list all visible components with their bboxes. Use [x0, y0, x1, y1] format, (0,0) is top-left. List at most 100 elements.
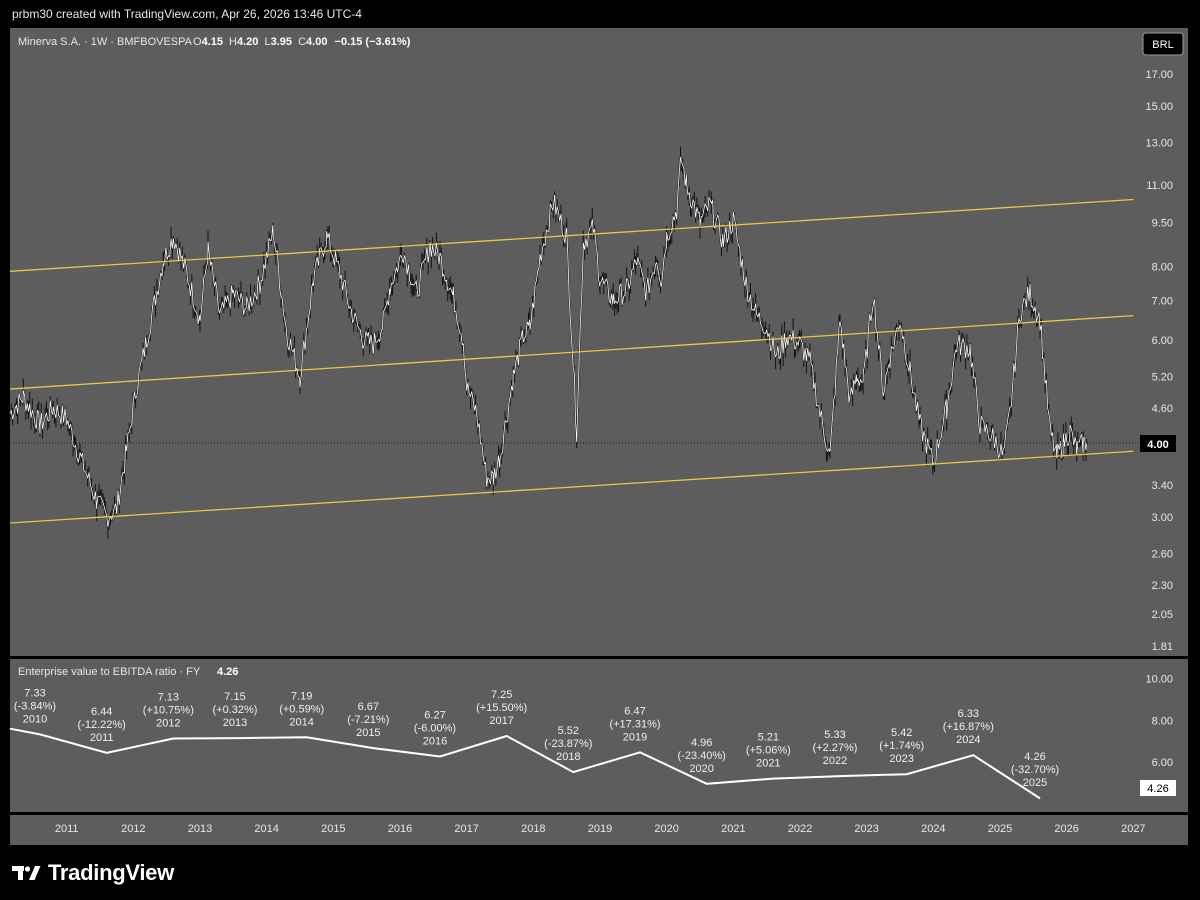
ratio-annotation: 6.44: [91, 706, 112, 718]
ratio-annotation: 2019: [623, 731, 647, 743]
ratio-annotation: (+0.59%): [279, 703, 324, 715]
ratio-annotation: 5.21: [758, 732, 779, 744]
ratio-annotation: (-7.21%): [347, 714, 389, 726]
price-pane[interactable]: [10, 28, 1140, 656]
ratio-annotation: 2025: [1023, 777, 1047, 789]
ratio-annotation: 2010: [23, 713, 47, 725]
ratio-annotation: 2022: [823, 755, 847, 767]
ratio-annotation: 2017: [489, 715, 513, 727]
ratio-annotation: (+1.74%): [879, 740, 924, 752]
indicator-legend-value: 4.26: [217, 666, 238, 678]
time-tick-label: 2015: [321, 823, 345, 835]
ratio-annotation: (+15.50%): [476, 702, 527, 714]
price-tick-label: 17.00: [1145, 69, 1173, 81]
time-tick-label: 2019: [588, 823, 612, 835]
price-tick-label: 2.60: [1152, 549, 1173, 561]
ratio-annotation: (-23.40%): [678, 750, 726, 762]
time-tick-label: 2024: [921, 823, 945, 835]
ratio-annotation: (+16.87%): [943, 721, 994, 733]
price-tick-label: 15.00: [1145, 101, 1173, 113]
ratio-annotation: 2021: [756, 758, 780, 770]
top-bar: prbm30 created with TradingView.com, Apr…: [0, 0, 1200, 28]
price-tick-label: 5.20: [1152, 371, 1173, 383]
tradingview-logo-icon: [12, 866, 41, 880]
time-tick-label: 2016: [388, 823, 412, 835]
ratio-annotation: 6.33: [958, 708, 979, 720]
price-tick-label: 4.60: [1152, 403, 1173, 415]
price-tick-label: 3.00: [1152, 512, 1173, 524]
ratio-annotation: 7.13: [158, 692, 179, 704]
time-tick-label: 2018: [521, 823, 545, 835]
ratio-annotation: 2015: [356, 727, 380, 739]
ratio-annotation: 7.25: [491, 689, 512, 701]
last-price-label: 4.00: [1147, 439, 1168, 451]
time-tick-label: 2012: [121, 823, 145, 835]
ratio-annotation: (-12.22%): [78, 719, 126, 731]
price-tick-label: 8.00: [1152, 261, 1173, 273]
ratio-annotation: 7.33: [24, 687, 45, 699]
ratio-annotation: (-6.00%): [414, 722, 456, 734]
ratio-annotation: (+10.75%): [143, 705, 194, 717]
ratio-annotation: 6.27: [424, 709, 445, 721]
ratio-annotation: (+0.32%): [213, 704, 258, 716]
time-tick-label: 2013: [188, 823, 212, 835]
brand-logo[interactable]: TradingView: [12, 860, 174, 886]
high-value: 4.20: [237, 36, 258, 48]
time-tick-label: 2017: [454, 823, 478, 835]
price-tick-label: 2.05: [1152, 609, 1173, 621]
high-label: H: [229, 36, 237, 48]
time-tick-label: 2014: [254, 823, 278, 835]
currency-button[interactable]: BRL: [1142, 32, 1184, 56]
ratio-annotation: 7.15: [224, 691, 245, 703]
time-tick-label: 2026: [1054, 823, 1078, 835]
time-tick-label: 2025: [988, 823, 1012, 835]
ratio-annotation: 7.19: [291, 690, 312, 702]
indicator-tick-label: 8.00: [1152, 715, 1173, 727]
ratio-annotation: 4.26: [1024, 751, 1045, 763]
indicator-last-badge: 4.26: [1140, 780, 1176, 796]
ratio-annotation: (-32.70%): [1011, 764, 1059, 776]
ratio-annotation: 2012: [156, 718, 180, 730]
ratio-annotation: 2020: [689, 763, 713, 775]
ratio-annotation: 2011: [90, 732, 114, 744]
close-value: 4.00: [306, 36, 327, 48]
ratio-annotation: (-23.87%): [544, 738, 592, 750]
ratio-annotation: 5.33: [824, 729, 845, 741]
ratio-annotation: 5.42: [891, 727, 912, 739]
indicator-last-label: 4.26: [1147, 783, 1168, 795]
ohlc-legend: O4.15 H4.20 L3.95 C4.00 −0.15 (−3.61%): [193, 36, 411, 48]
price-tick-label: 11.00: [1146, 180, 1173, 192]
time-tick-label: 2020: [654, 823, 678, 835]
chart-canvas: 17.00 15.00 13.00 11.00 9.50 8.00 7.00 6.00 5.20…: [9, 28, 1188, 845]
ratio-annotation: 2014: [289, 716, 313, 728]
time-tick-label: 2027: [1121, 823, 1145, 835]
ratio-annotation: 2024: [956, 734, 980, 746]
symbol-legend: Minerva S.A. · 1W · BMFBOVESPA: [18, 36, 193, 48]
price-tick-label: 1.81: [1152, 641, 1173, 653]
time-tick-label: 2022: [788, 823, 812, 835]
price-tick-label: 2.30: [1152, 580, 1173, 592]
ratio-annotation: 2016: [423, 735, 447, 747]
price-tick-label: 9.50: [1152, 218, 1173, 230]
last-price-badge: 4.00: [1140, 435, 1176, 452]
time-tick-label: 2021: [721, 823, 745, 835]
price-tick-label: 13.00: [1145, 138, 1173, 150]
price-tick-label: 3.40: [1152, 480, 1173, 492]
brand-name: TradingView: [48, 860, 174, 885]
ratio-annotation: 2018: [556, 751, 580, 763]
time-tick-label: 2023: [854, 823, 878, 835]
close-label: C: [298, 36, 306, 48]
currency-button-label: BRL: [1152, 39, 1173, 51]
low-value: 3.95: [271, 36, 292, 48]
indicator-legend-name: Enterprise value to EBITDA ratio · FY: [18, 666, 201, 678]
ratio-annotation: (+5.06%): [746, 745, 791, 757]
ratio-annotation: 2013: [223, 717, 247, 729]
change-value: −0.15 (−3.61%): [335, 36, 411, 48]
ratio-annotation: (-3.84%): [14, 700, 56, 712]
price-tick-label: 6.00: [1152, 335, 1173, 347]
indicator-tick-label: 6.00: [1152, 757, 1173, 769]
time-tick-label: 2011: [55, 823, 79, 835]
ratio-annotation: 2023: [889, 753, 913, 765]
ratio-annotation: 6.47: [624, 705, 645, 717]
indicator-tick-label: 10.00: [1145, 674, 1173, 686]
